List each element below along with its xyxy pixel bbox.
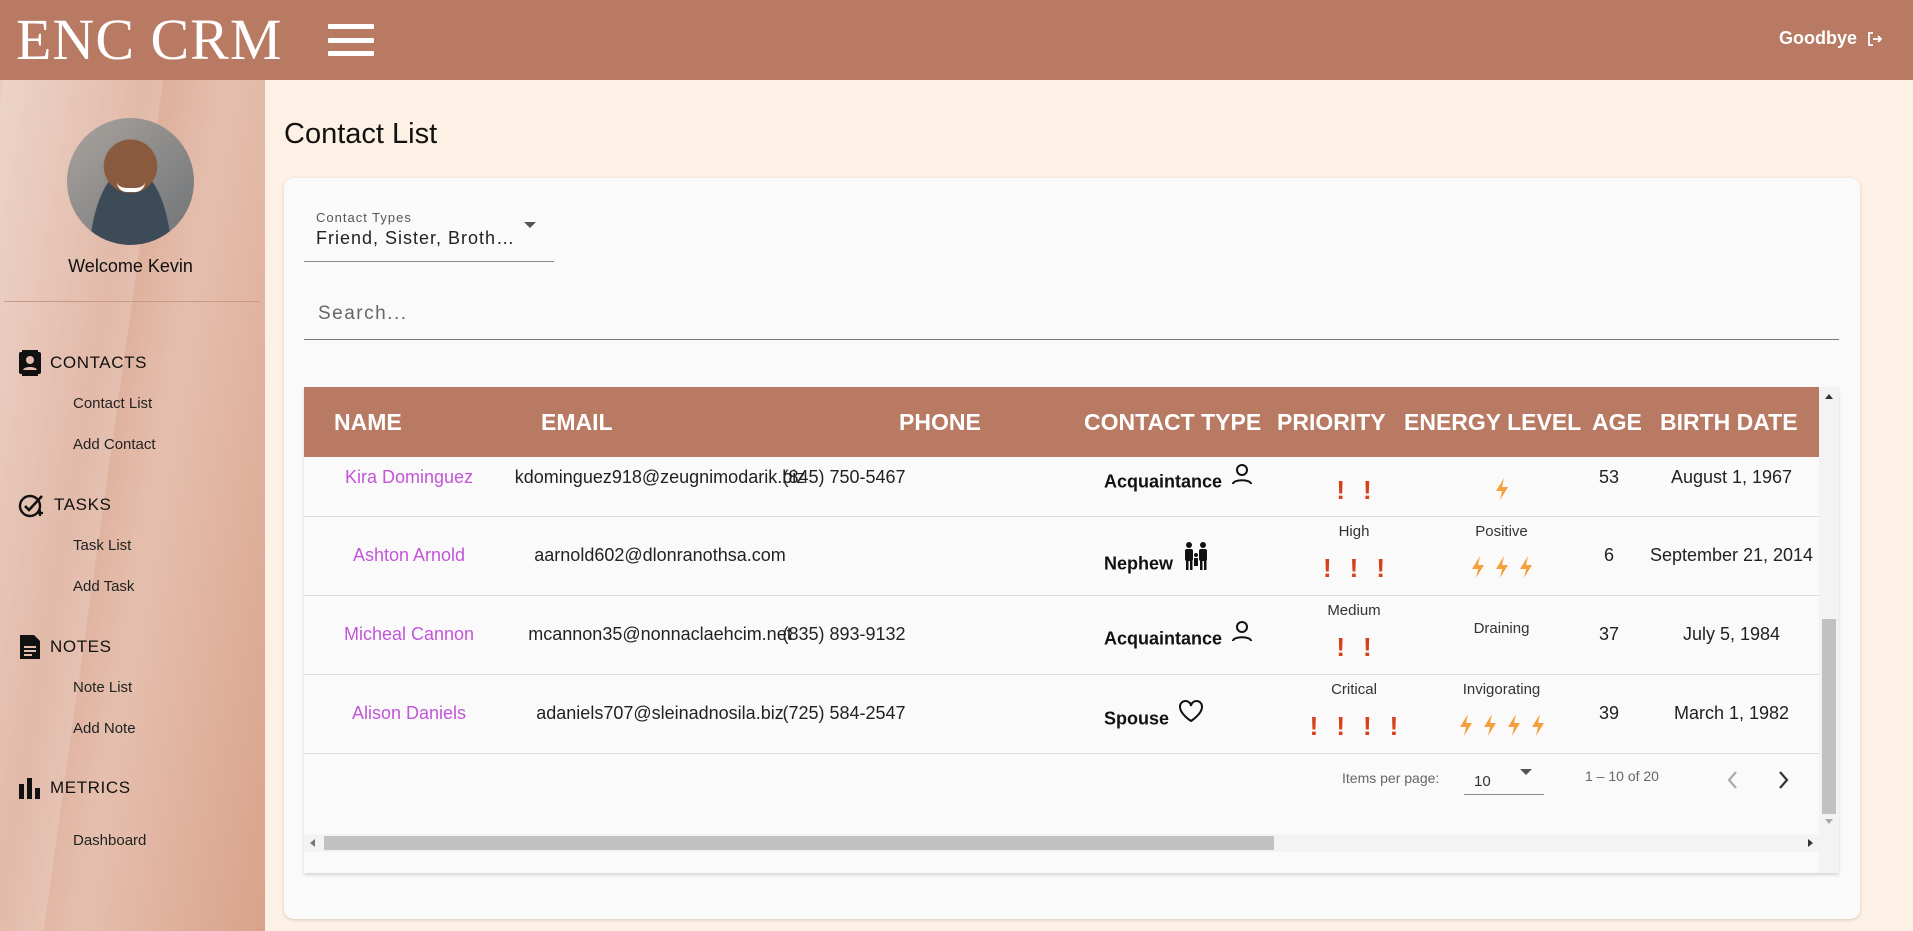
energy-indicator <box>1404 555 1599 584</box>
contact-type-cell: Acquaintance <box>1104 621 1253 653</box>
scroll-left-icon[interactable] <box>310 839 315 847</box>
energy-label: Draining <box>1473 620 1530 637</box>
section-contacts: CONTACTS <box>18 350 147 376</box>
table-row[interactable]: Micheal Cannon mcannon35@nonnaclaehcim.ne… <box>304 596 1819 675</box>
section-title-metrics: METRICS <box>50 778 131 797</box>
sidebar-item-task-list[interactable]: Task List <box>73 537 131 554</box>
search-field[interactable] <box>304 288 1839 340</box>
vertical-scrollbar[interactable] <box>1819 387 1839 873</box>
contact-email: aarnold602@dlonranothsa.com <box>534 545 786 565</box>
horizontal-scroll-thumb[interactable] <box>324 836 1274 850</box>
family-icon <box>1182 541 1210 576</box>
table-row[interactable]: Alison Daniels adaniels707@sleinadnosila.… <box>304 675 1819 754</box>
contact-phone: (845) 750-5467 <box>782 467 906 487</box>
sidebar-item-dashboard[interactable]: Dashboard <box>73 832 146 849</box>
contact-birth-date: March 1, 1982 <box>1673 703 1790 723</box>
section-title-notes: NOTES <box>50 637 112 656</box>
person-icon <box>1231 463 1253 490</box>
contact-age: 39 <box>1598 703 1620 723</box>
sidebar-item-add-task[interactable]: Add Task <box>73 578 134 595</box>
task-check-icon <box>18 494 43 518</box>
col-email[interactable]: EMAIL <box>541 409 613 436</box>
contact-phone: (725) 584-2547 <box>782 703 906 723</box>
horizontal-scrollbar[interactable] <box>304 834 1819 852</box>
main-content: Contact List Contact Types Friend, Siste… <box>265 80 1913 931</box>
sidebar-item-contact-list[interactable]: Contact List <box>73 395 152 412</box>
col-age[interactable]: AGE <box>1592 409 1642 436</box>
contact-phone: (835) 893-9132 <box>782 624 906 644</box>
menu-icon[interactable] <box>328 24 375 56</box>
col-phone[interactable]: PHONE <box>899 409 981 436</box>
table-row[interactable]: Ashton Arnold aarnold602@dlonranothsa.com… <box>304 517 1819 596</box>
col-birth-date[interactable]: BIRTH DATE <box>1660 409 1798 436</box>
contact-type-text: Acquaintance <box>1104 628 1223 649</box>
contact-type-text: Nephew <box>1104 553 1174 574</box>
contact-type-cell: Acquaintance <box>1104 464 1253 496</box>
section-title-contacts: CONTACTS <box>50 353 148 372</box>
logout-button[interactable]: Goodbye <box>1779 28 1883 49</box>
app-logo: ENC CRM <box>16 7 283 72</box>
sidebar: Welcome Kevin CONTACTS Contact List Add … <box>0 80 265 931</box>
energy-label: Positive <box>1475 523 1528 540</box>
contact-birth-date: August 1, 1967 <box>1670 467 1793 487</box>
avatar <box>67 118 194 245</box>
prev-page-icon[interactable] <box>1726 770 1740 790</box>
section-tasks: TASKS <box>18 492 111 518</box>
contacts-icon <box>19 350 41 376</box>
contact-age: 37 <box>1598 624 1620 644</box>
col-energy-level[interactable]: ENERGY LEVEL <box>1404 409 1581 436</box>
sidebar-item-add-note[interactable]: Add Note <box>73 720 136 737</box>
welcome-text: Welcome Kevin <box>68 256 193 276</box>
energy-label: Invigorating <box>1462 681 1541 698</box>
contact-birth-date: September 21, 2014 <box>1649 545 1814 565</box>
priority-label: Medium <box>1327 602 1381 619</box>
energy-indicator <box>1404 477 1599 506</box>
scroll-right-icon[interactable] <box>1808 839 1813 847</box>
contact-list-card: Contact Types Friend, Sister, Broth… NAM… <box>284 178 1860 919</box>
section-metrics: METRICS <box>18 776 131 800</box>
energy-indicator <box>1404 713 1599 742</box>
heart-icon <box>1178 699 1204 728</box>
person-icon <box>1231 620 1253 647</box>
contact-age: 6 <box>1603 545 1614 565</box>
items-per-page-label: Items per page: <box>1342 770 1440 786</box>
logout-label: Goodbye <box>1778 28 1857 48</box>
logout-icon <box>1868 31 1883 46</box>
section-notes: NOTES <box>18 634 112 660</box>
contact-type-value: Friend, Sister, Broth… <box>316 228 516 248</box>
section-title-tasks: TASKS <box>54 495 112 514</box>
notes-icon <box>20 635 40 659</box>
chevron-down-icon <box>524 222 536 228</box>
items-per-page-value: 10 <box>1474 773 1491 790</box>
search-input[interactable] <box>304 288 1839 339</box>
contact-type-select[interactable]: Contact Types Friend, Sister, Broth… <box>304 210 554 262</box>
scroll-down-icon[interactable] <box>1825 819 1833 824</box>
bar-chart-icon <box>19 778 40 799</box>
vertical-scroll-thumb[interactable] <box>1822 619 1836 814</box>
contact-type-cell: Nephew <box>1104 542 1210 582</box>
contact-type-text: Spouse <box>1104 708 1170 729</box>
sidebar-item-note-list[interactable]: Note List <box>73 679 132 696</box>
items-per-page-select[interactable]: 10 <box>1464 765 1544 795</box>
chevron-down-icon <box>1520 769 1532 775</box>
contact-type-label: Contact Types <box>316 210 412 225</box>
contact-birth-date: July 5, 1984 <box>1682 624 1781 644</box>
page-range: 1 – 10 of 20 <box>1585 768 1659 784</box>
top-app-bar: ENC CRM Goodbye <box>0 0 1913 80</box>
col-name[interactable]: NAME <box>334 409 402 436</box>
sidebar-divider <box>4 301 259 302</box>
table-row[interactable]: Kira Dominguez kdominguez918@zeugnimodari… <box>304 457 1819 517</box>
scroll-up-icon[interactable] <box>1825 394 1833 399</box>
contact-table: NAME EMAIL PHONE CONTACT TYPE PRIORITY E… <box>304 387 1839 873</box>
sidebar-item-add-contact[interactable]: Add Contact <box>73 436 156 453</box>
contact-type-cell: Spouse <box>1104 700 1204 734</box>
contact-age: 53 <box>1598 467 1620 487</box>
next-page-icon[interactable] <box>1776 770 1790 790</box>
col-priority[interactable]: PRIORITY <box>1277 409 1386 436</box>
contact-type-text: Acquaintance <box>1104 471 1223 492</box>
col-contact-type[interactable]: CONTACT TYPE <box>1084 409 1261 436</box>
table-header: NAME EMAIL PHONE CONTACT TYPE PRIORITY E… <box>304 387 1819 457</box>
page-title: Contact List <box>284 118 438 150</box>
